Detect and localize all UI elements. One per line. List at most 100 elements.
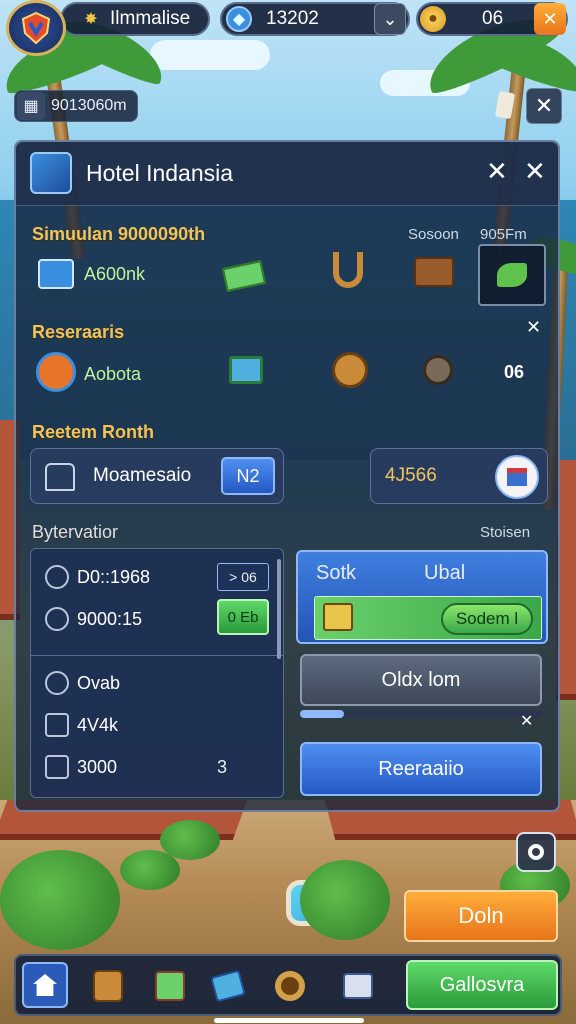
nav-inventory[interactable] — [86, 964, 130, 1008]
close-icon: ✕ — [542, 8, 558, 29]
close-overlay-button[interactable]: ✕ — [526, 88, 562, 124]
toolbox-icon — [323, 603, 353, 631]
section2-value: 06 — [504, 362, 525, 382]
anchor-icon[interactable] — [326, 248, 370, 292]
stat-row-3: Ovab — [45, 671, 120, 695]
stat-row-1: D0::1968 — [45, 565, 150, 589]
section3-title: Reetem Ronth — [32, 422, 155, 442]
coin-icon: ● — [420, 6, 446, 32]
chevron-down-icon: ⌄ — [382, 8, 398, 29]
shop-icon — [155, 971, 185, 1001]
offer-card-left: Sotk — [316, 562, 357, 584]
ring-icon — [275, 971, 305, 1001]
close-icon: ✕ — [534, 93, 554, 118]
barrel-icon[interactable] — [328, 348, 372, 392]
top-bar: ✸ Ilmmalise ◆ 13202 ⌄ ● 06 ✕ — [0, 0, 576, 56]
player-avatar[interactable] — [6, 0, 66, 56]
nav-events[interactable] — [268, 964, 312, 1008]
supplies-icon[interactable] — [34, 252, 78, 296]
minimize-panel-button[interactable]: ✕ — [486, 158, 508, 184]
close-progress-button[interactable]: ✕ — [520, 714, 533, 730]
clock-icon — [45, 565, 69, 589]
panel-header: Hotel Indansia ✕ ✕ — [16, 142, 558, 206]
section1-title: Simuulan 9000090th — [32, 224, 206, 244]
offer-action-button[interactable]: Sodem l — [441, 603, 533, 635]
cash-icon[interactable] — [221, 254, 267, 298]
gems-count: 13202 — [266, 8, 319, 29]
orange-cta-button[interactable]: Doln — [404, 890, 558, 942]
section1-item-label: A600nk — [84, 264, 146, 284]
player-name-pill[interactable]: ✸ Ilmmalise — [60, 2, 210, 36]
tag-icon — [45, 755, 69, 779]
badge-icon[interactable] — [34, 350, 78, 394]
section2-title: Reseraaris — [32, 322, 125, 342]
location-pin-icon — [528, 844, 544, 860]
leaf-icon — [497, 263, 527, 287]
close-top-button[interactable]: ✕ — [534, 3, 566, 35]
section4-right: Stoisen — [480, 524, 531, 541]
star-icon: ✸ — [84, 11, 98, 28]
build-icon — [210, 969, 246, 1003]
stat-4-label: 4V4k — [77, 714, 119, 735]
grid-icon: ▦ — [17, 92, 45, 120]
status-chip[interactable]: ▦ 9013060m — [14, 90, 138, 122]
section3-left-badge[interactable]: N2 — [221, 457, 275, 495]
green-cta-button[interactable]: Gallosvra — [406, 960, 558, 1010]
bottom-nav: Gallosvra — [14, 954, 562, 1016]
section3-left-card[interactable]: Moamesaio N2 — [30, 448, 284, 504]
status-chip-value: 9013060m — [51, 97, 127, 114]
cannon-icon[interactable] — [416, 348, 460, 392]
gem-icon: ◆ — [226, 6, 252, 32]
backpack-icon — [93, 970, 123, 1002]
circle-icon — [45, 671, 69, 695]
monitor-icon[interactable] — [224, 348, 268, 392]
stat-1-label: D0::1968 — [77, 566, 151, 587]
stat-5-extra: 3 — [217, 757, 228, 777]
scroll-icon-button[interactable] — [488, 88, 522, 122]
gift-icon[interactable] — [495, 455, 539, 499]
treasure-chest-icon[interactable] — [412, 250, 456, 294]
home-icon — [33, 974, 57, 996]
offer-card[interactable]: Sotk Ubal Sodem l — [296, 550, 548, 644]
close-section2-button[interactable]: ✕ — [526, 318, 541, 336]
section3-left-label: Moamesaio — [93, 465, 192, 486]
house-icon — [45, 463, 75, 491]
mailbox-icon — [343, 973, 373, 999]
section2-item-label: Aobota — [84, 364, 142, 384]
stats-panel: D0::1968 > 06 9000:15 0 Eb Ovab 4V4k 300… — [30, 548, 284, 798]
location-button[interactable] — [516, 832, 556, 872]
stat-row-5: 3000 — [45, 755, 117, 779]
gems-dropdown-button[interactable]: ⌄ — [374, 3, 406, 35]
middle-action-button[interactable]: Oldx lom — [300, 654, 542, 706]
stat-2-badge[interactable]: 0 Eb — [217, 599, 269, 635]
scroll-icon — [494, 90, 516, 120]
section3-right-card[interactable]: 4J566 — [370, 448, 548, 504]
stat-3-label: Ovab — [77, 672, 121, 693]
stat-5-label: 3000 — [77, 756, 118, 777]
lightning-icon — [45, 713, 69, 737]
stat-row-4: 4V4k — [45, 713, 118, 737]
blue-action-button[interactable]: Reeraaiio — [300, 742, 542, 796]
stats-scrollbar[interactable] — [277, 559, 281, 659]
section4-title: Bytervatior — [32, 522, 119, 542]
nav-build[interactable] — [206, 964, 250, 1008]
hotel-icon — [30, 152, 72, 194]
stat-row-2: 9000:15 — [45, 607, 142, 631]
offer-card-right: Ubal — [424, 562, 466, 584]
hotel-panel: Hotel Indansia ✕ ✕ Simuulan 9000090th So… — [14, 140, 560, 812]
nav-messages[interactable] — [336, 964, 380, 1008]
progress-bar — [300, 710, 542, 718]
section1-right-b: 905Fm — [480, 226, 527, 243]
offer-strip: Sodem l — [314, 596, 542, 640]
section3-right-value: 4J566 — [385, 465, 437, 486]
stat-1-badge[interactable]: > 06 — [217, 563, 269, 591]
stat-2-label: 9000:15 — [77, 608, 143, 629]
selected-slot[interactable] — [478, 244, 546, 306]
player-name: Ilmmalise — [110, 8, 191, 29]
coins-count: 06 — [482, 8, 504, 29]
nav-shop[interactable] — [148, 964, 192, 1008]
nav-home[interactable] — [22, 962, 68, 1008]
shield-icon — [21, 11, 51, 45]
close-panel-button[interactable]: ✕ — [524, 158, 546, 184]
home-indicator — [214, 1018, 364, 1023]
